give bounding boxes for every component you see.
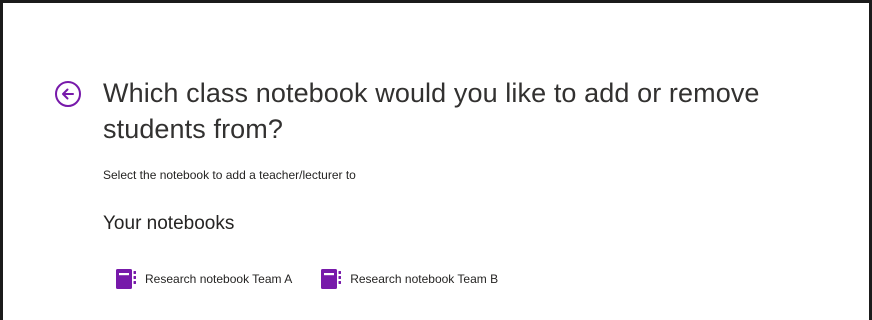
notebook-label: Research notebook Team B — [350, 272, 499, 286]
page-title: Which class notebook would you like to a… — [103, 78, 760, 144]
section-heading: Your notebooks — [103, 213, 235, 234]
back-button[interactable] — [55, 81, 81, 107]
notebook-icon — [321, 269, 342, 289]
notebook-icon — [116, 269, 136, 289]
notebook-label: Research notebook Team A — [145, 272, 293, 286]
dialog-panel: Which class notebook would you like to a… — [0, 0, 872, 320]
notebook-item-team-b[interactable]: Research notebook Team B — [320, 268, 498, 290]
arrow-left-icon — [62, 88, 74, 100]
notebook-list: Research notebook Team A Research notebo… — [115, 268, 526, 290]
notebook-item-team-a[interactable]: Research notebook Team A — [115, 268, 292, 290]
instruction-text: Select the notebook to add a teacher/lec… — [103, 168, 356, 182]
header-row — [55, 77, 81, 107]
